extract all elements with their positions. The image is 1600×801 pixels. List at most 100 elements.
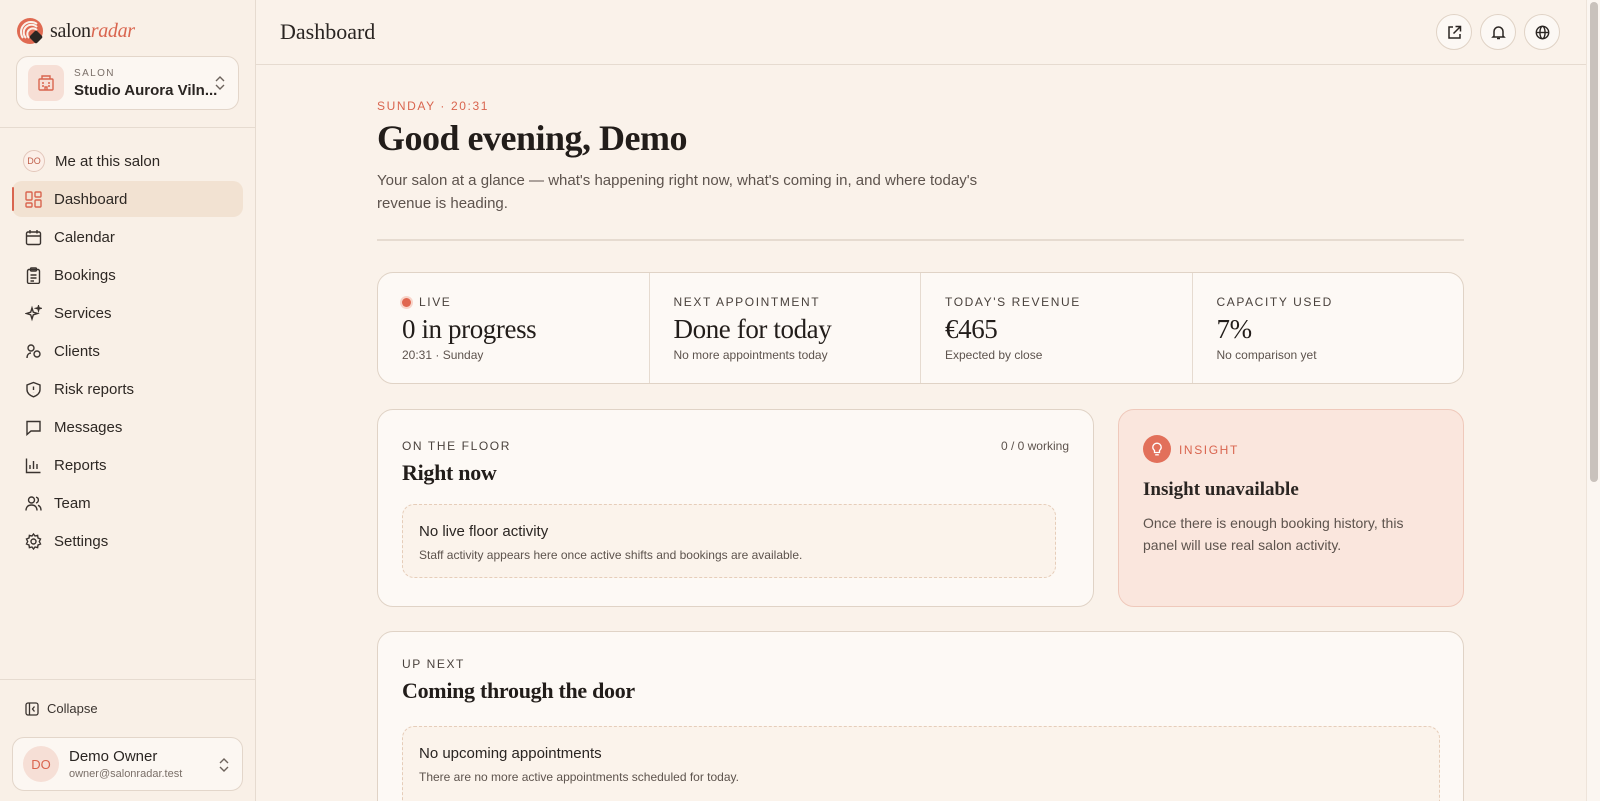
topbar: Dashboard — [256, 0, 1586, 65]
salon-switcher[interactable]: SALON Studio Aurora Viln... — [16, 56, 239, 110]
sidebar-item-bookings[interactable]: Bookings — [12, 257, 243, 293]
stat-label: TODAY'S REVENUE — [945, 295, 1081, 309]
stat-value: €465 — [945, 314, 998, 344]
sidebar-item-reports[interactable]: Reports — [12, 447, 243, 483]
clients-icon — [24, 342, 42, 360]
empty-state-title: No upcoming appointments — [419, 745, 602, 762]
empty-state-description: Staff activity appears here once active … — [419, 548, 803, 562]
sidebar-item-label: Settings — [54, 532, 109, 550]
building-icon — [28, 65, 64, 101]
insight-kicker: INSIGHT — [1179, 443, 1239, 457]
collapse-label: Collapse — [47, 701, 98, 716]
stat-capacity: CAPACITY USED 7% No comparison yet — [1193, 273, 1464, 383]
sidebar-item-settings[interactable]: Settings — [12, 523, 243, 559]
sidebar-item-team[interactable]: Team — [12, 485, 243, 521]
stats-strip: LIVE 0 in progress 20:31 · Sunday NEXT A… — [377, 272, 1464, 384]
lightbulb-icon — [1143, 435, 1171, 463]
insight-card: INSIGHT Insight unavailable Once there i… — [1118, 409, 1464, 607]
sidebar-divider — [0, 127, 256, 128]
insight-description: Once there is enough booking history, th… — [1143, 515, 1404, 553]
salon-name: Studio Aurora Viln... — [74, 81, 218, 99]
section-divider — [377, 239, 1464, 241]
on-the-floor-card: ON THE FLOOR 0 / 0 working Right now No … — [377, 409, 1094, 607]
clipboard-icon — [24, 266, 42, 284]
sidebar-item-me[interactable]: DO Me at this salon — [12, 143, 243, 179]
brand-name: salonradar — [50, 19, 135, 42]
calendar-icon — [24, 228, 42, 246]
empty-state: No live floor activity Staff activity ap… — [402, 504, 1056, 578]
stat-value: Done for today — [673, 314, 832, 344]
user-menu[interactable]: DO Demo Owner owner@salonradar.test — [12, 737, 243, 791]
sidebar-item-messages[interactable]: Messages — [12, 409, 243, 445]
greeting-heading: Good evening, Demo — [377, 118, 688, 158]
me-avatar: DO — [23, 150, 45, 172]
sidebar-collapse-icon — [25, 701, 39, 716]
scrollbar-thumb[interactable] — [1590, 2, 1598, 482]
brand-logo[interactable]: salonradar — [16, 16, 135, 46]
card-kicker: UP NEXT — [402, 657, 465, 671]
stat-label: NEXT APPOINTMENT — [673, 295, 821, 309]
sidebar-nav: DO Me at this salon Dashboard Calendar B… — [12, 143, 243, 561]
bar-chart-icon — [24, 456, 42, 474]
sidebar-item-clients[interactable]: Clients — [12, 333, 243, 369]
stat-label: CAPACITY USED — [1216, 295, 1333, 309]
notifications-button[interactable] — [1480, 14, 1516, 50]
page-title: Dashboard — [280, 19, 376, 44]
external-link-icon — [1447, 25, 1461, 39]
page-scrollbar[interactable] — [1586, 0, 1600, 801]
stat-label: LIVE — [419, 295, 452, 309]
empty-state-title: No live floor activity — [419, 523, 549, 540]
stat-sub: 20:31 · Sunday — [402, 348, 484, 362]
sidebar-item-label: Services — [54, 304, 112, 322]
sidebar-item-label: Bookings — [54, 266, 116, 284]
team-icon — [24, 494, 42, 512]
sidebar-item-risk-reports[interactable]: Risk reports — [12, 371, 243, 407]
collapse-sidebar-button[interactable]: Collapse — [25, 701, 98, 716]
chevron-up-down-icon — [215, 76, 225, 90]
sidebar-item-calendar[interactable]: Calendar — [12, 219, 243, 255]
working-count: 0 / 0 working — [1000, 439, 1069, 453]
card-kicker: ON THE FLOOR — [402, 439, 511, 453]
globe-icon — [1535, 25, 1549, 39]
sidebar-item-dashboard[interactable]: Dashboard — [12, 181, 243, 217]
sidebar-item-label: Clients — [54, 342, 100, 360]
sidebar-divider — [0, 679, 256, 680]
card-title: Right now — [402, 460, 497, 485]
date-kicker: SUNDAY · 20:31 — [377, 99, 489, 113]
bell-icon — [1490, 25, 1506, 39]
stat-live: LIVE 0 in progress 20:31 · Sunday — [378, 273, 650, 383]
sidebar-item-services[interactable]: Services — [12, 295, 243, 331]
shield-icon — [24, 380, 42, 398]
empty-state-description: There are no more active appointments sc… — [419, 770, 739, 784]
gear-icon — [24, 532, 42, 550]
insight-title: Insight unavailable — [1143, 479, 1299, 500]
sidebar: salonradar SALON Studio Aurora Viln... D… — [0, 0, 256, 801]
sidebar-item-label: Risk reports — [54, 380, 135, 398]
stat-revenue: TODAY'S REVENUE €465 Expected by close — [921, 273, 1193, 383]
user-email: owner@salonradar.test — [69, 768, 183, 780]
sidebar-item-label: Messages — [54, 418, 123, 436]
card-title: Coming through the door — [402, 678, 635, 703]
language-button[interactable] — [1524, 14, 1560, 50]
stat-value: 0 in progress — [402, 314, 537, 344]
sidebar-item-label: Calendar — [54, 228, 115, 246]
sidebar-item-label: Dashboard — [54, 190, 128, 208]
chevron-up-down-icon — [219, 758, 229, 772]
sidebar-item-label: Team — [54, 494, 91, 512]
stat-sub: Expected by close — [945, 348, 1043, 362]
sidebar-item-label: Reports — [54, 456, 107, 474]
message-icon — [24, 418, 42, 436]
up-next-card: UP NEXT Coming through the door No upcom… — [377, 631, 1464, 801]
avatar: DO — [23, 746, 59, 782]
sidebar-item-label: Me at this salon — [55, 152, 161, 170]
empty-state: No upcoming appointments There are no mo… — [402, 726, 1440, 801]
open-external-button[interactable] — [1436, 14, 1472, 50]
salonradar-logo-icon — [17, 18, 43, 44]
stat-next-appointment: NEXT APPOINTMENT Done for today No more … — [650, 273, 921, 383]
stat-sub: No comparison yet — [1216, 348, 1317, 362]
stat-sub: No more appointments today — [673, 348, 828, 362]
dashboard-description: Your salon at a glance — what's happenin… — [377, 172, 978, 212]
user-name: Demo Owner — [69, 748, 158, 765]
dashboard-icon — [24, 190, 42, 208]
sparkles-icon — [24, 304, 42, 322]
